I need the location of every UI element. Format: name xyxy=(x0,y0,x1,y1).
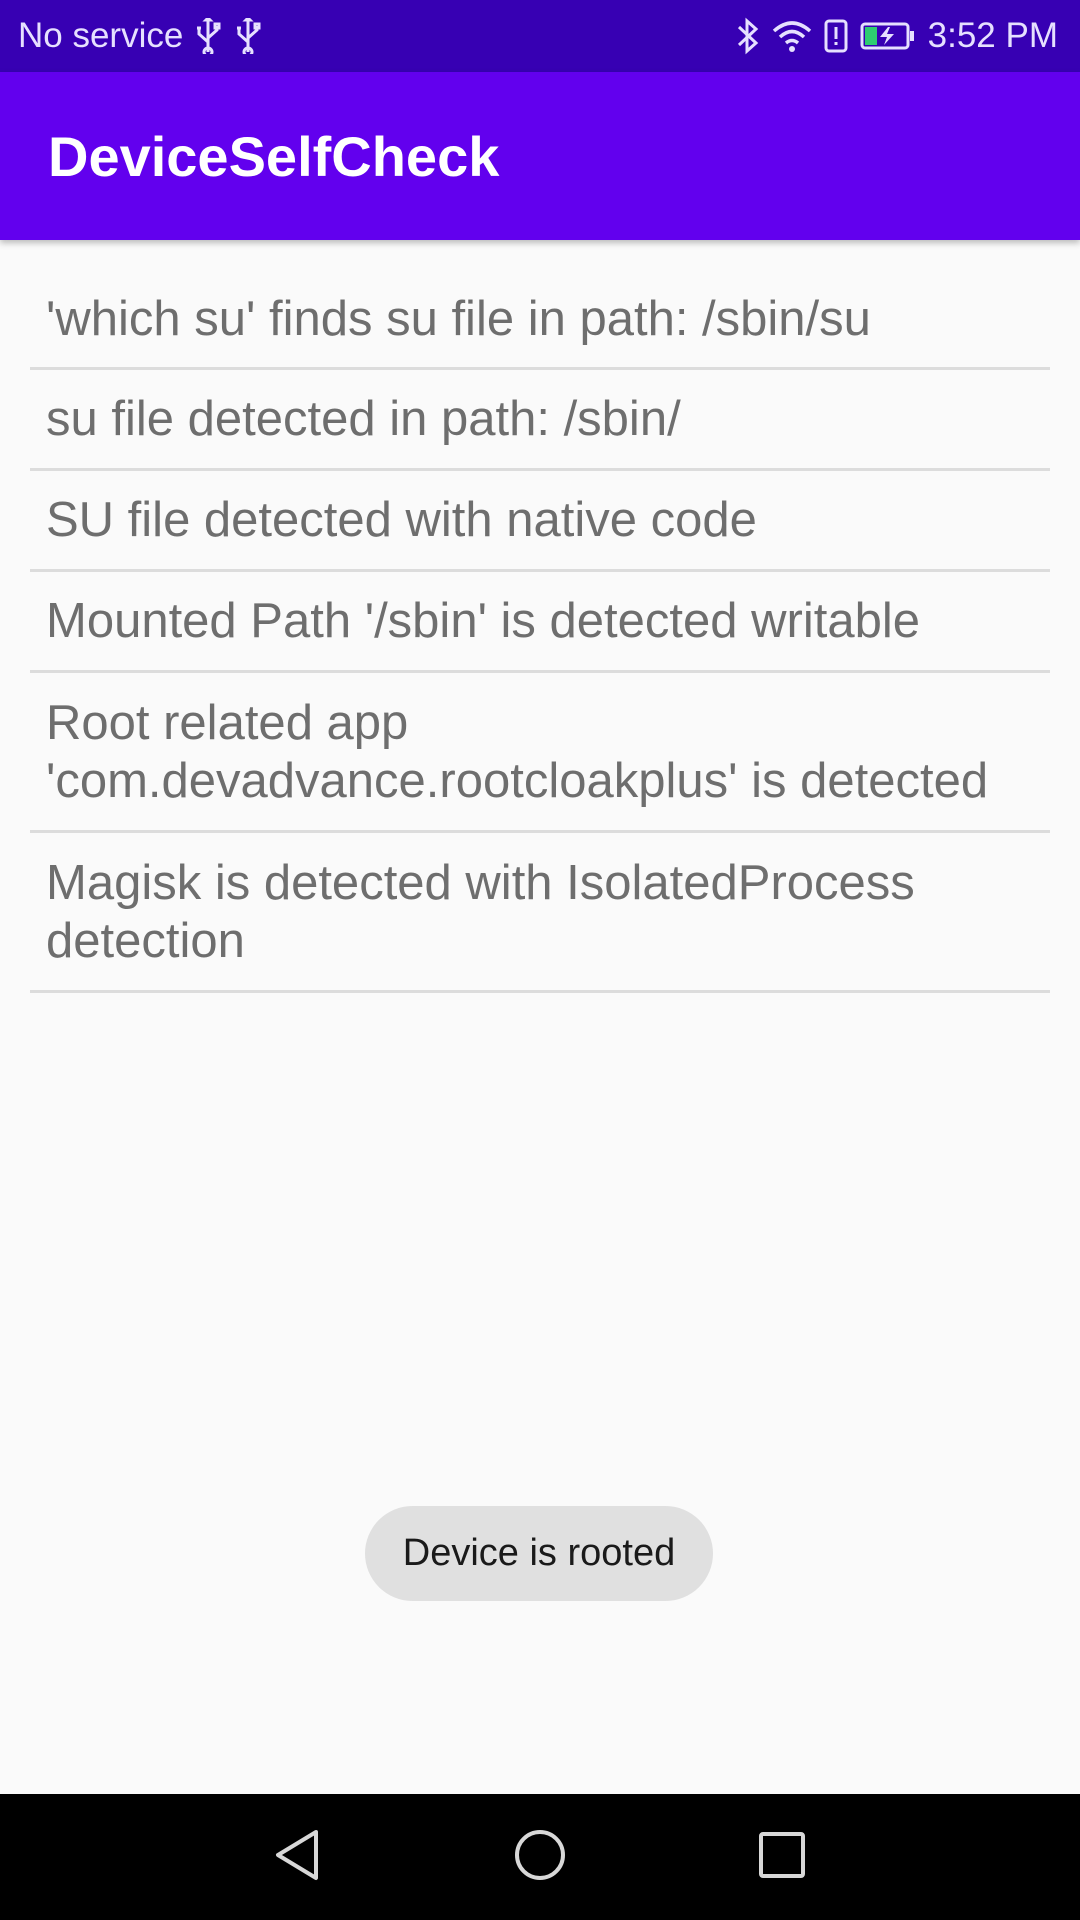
recents-button[interactable] xyxy=(722,1807,842,1907)
list-item[interactable]: Root related app 'com.devadvance.rootclo… xyxy=(30,673,1050,833)
list-item-text: SU file detected with native code xyxy=(46,493,757,547)
recents-icon xyxy=(758,1831,806,1884)
bluetooth-icon xyxy=(736,17,760,55)
home-icon xyxy=(513,1828,567,1887)
app-title: DeviceSelfCheck xyxy=(48,124,500,188)
list-item[interactable]: Mounted Path '/sbin' is detected writabl… xyxy=(30,572,1050,673)
battery-charging-icon xyxy=(860,22,916,50)
list-item[interactable]: 'which su' finds su file in path: /sbin/… xyxy=(30,250,1050,370)
check-results-list: 'which su' finds su file in path: /sbin/… xyxy=(30,250,1050,993)
status-bar-right: 3:52 PM xyxy=(736,16,1058,56)
navigation-bar xyxy=(0,1794,1080,1920)
list-item-text: Root related app 'com.devadvance.rootclo… xyxy=(46,695,989,808)
list-item-text: Mounted Path '/sbin' is detected writabl… xyxy=(46,594,920,648)
list-item[interactable]: Magisk is detected with IsolatedProcess … xyxy=(30,833,1050,993)
back-button[interactable] xyxy=(238,1807,358,1907)
alert-icon xyxy=(824,19,848,53)
list-item-text: su file detected in path: /sbin/ xyxy=(46,392,681,446)
carrier-text: No service xyxy=(18,16,184,55)
list-item[interactable]: SU file detected with native code xyxy=(30,471,1050,572)
usb-icon xyxy=(235,18,261,54)
status-bar: No service 3:52 PM xyxy=(0,0,1080,72)
back-icon xyxy=(274,1828,322,1887)
list-item[interactable]: su file detected in path: /sbin/ xyxy=(30,370,1050,471)
wifi-icon xyxy=(772,19,812,53)
home-button[interactable] xyxy=(480,1807,600,1907)
toast: Device is rooted xyxy=(365,1506,713,1601)
status-bar-left: No service xyxy=(18,16,275,56)
clock: 3:52 PM xyxy=(927,16,1058,55)
toast-text: Device is rooted xyxy=(402,1532,676,1574)
app-bar: DeviceSelfCheck xyxy=(0,72,1080,240)
list-item-text: 'which su' finds su file in path: /sbin/… xyxy=(46,291,871,346)
usb-icon xyxy=(195,18,221,54)
list-item-text: Magisk is detected with IsolatedProcess … xyxy=(46,855,915,968)
